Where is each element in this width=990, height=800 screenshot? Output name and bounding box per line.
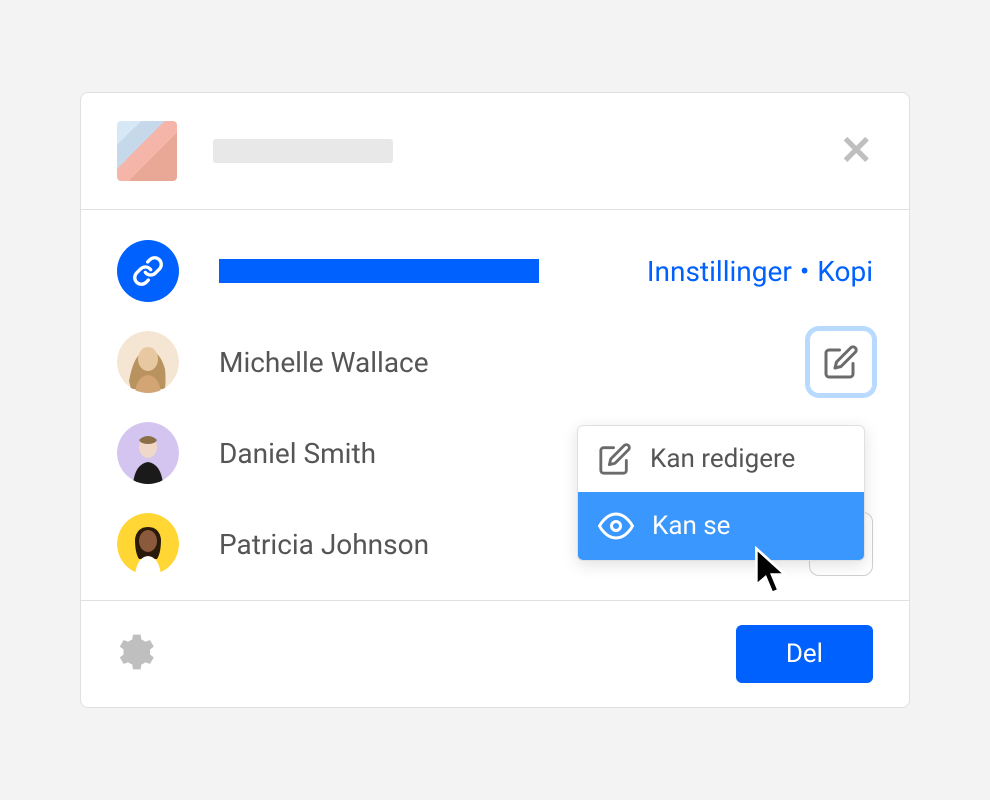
file-thumbnail <box>117 121 177 181</box>
permission-toggle-edit[interactable] <box>809 330 873 394</box>
user-name: Daniel Smith <box>219 437 376 470</box>
dropdown-option-label: Kan redigere <box>650 444 795 474</box>
modal-footer: Del <box>81 601 909 707</box>
dropdown-option-edit[interactable]: Kan redigere <box>578 426 864 492</box>
modal-header: ✕ <box>81 93 909 210</box>
permission-dropdown: Kan redigere Kan se <box>577 425 865 561</box>
edit-icon <box>823 344 859 380</box>
share-link-row: Innstillinger • Kopi <box>117 240 873 302</box>
link-copy-button[interactable]: Kopi <box>817 255 873 288</box>
eye-icon <box>598 508 634 544</box>
user-row: Michelle Wallace <box>117 330 873 394</box>
file-title-placeholder <box>213 139 393 163</box>
user-name: Michelle Wallace <box>219 346 429 379</box>
avatar <box>117 513 179 575</box>
link-icon <box>117 240 179 302</box>
dropdown-option-label: Kan se <box>652 511 730 541</box>
share-button[interactable]: Del <box>736 625 873 683</box>
avatar <box>117 422 179 484</box>
gear-icon <box>117 633 155 671</box>
dropdown-option-view[interactable]: Kan se <box>578 492 864 560</box>
close-button[interactable]: ✕ <box>839 131 873 171</box>
link-actions: Innstillinger • Kopi <box>647 255 873 288</box>
user-name: Patricia Johnson <box>219 528 429 561</box>
link-settings-button[interactable]: Innstillinger <box>647 255 792 288</box>
avatar <box>117 331 179 393</box>
link-url-placeholder <box>219 259 539 283</box>
share-modal: ✕ Innstillinger • Kopi <box>80 92 910 708</box>
edit-icon <box>598 442 632 476</box>
settings-gear-button[interactable] <box>117 633 155 675</box>
separator-dot: • <box>800 255 809 288</box>
